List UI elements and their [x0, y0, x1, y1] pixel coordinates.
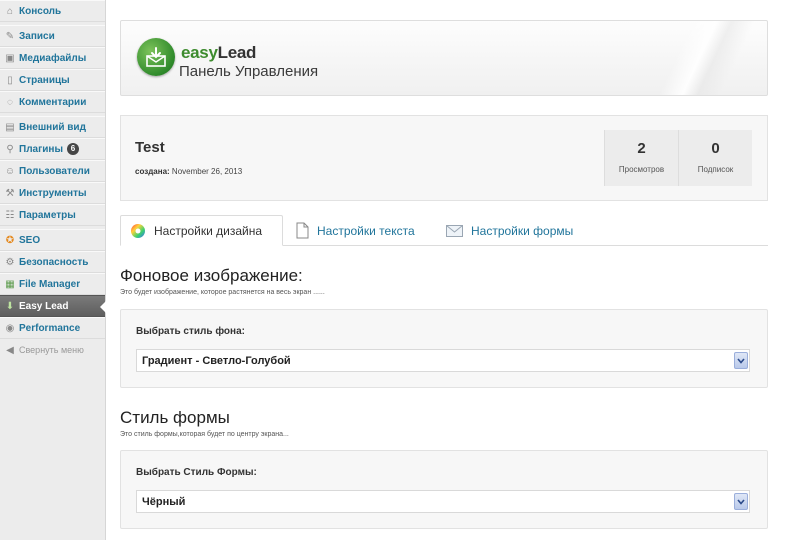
form-style-select[interactable]: Чёрный — [136, 490, 750, 513]
background-section-description: Это будет изображение, которое растянетс… — [120, 289, 325, 296]
form-style-label: Выбрать Стиль Формы: — [136, 467, 257, 478]
sidebar-item-label: Пользователи — [19, 165, 90, 177]
brand-easy: easy — [181, 43, 218, 62]
sidebar-item-label: Комментарии — [19, 96, 87, 108]
header-decoration — [647, 21, 767, 95]
sidebar-item-comments[interactable]: ◌ Комментарии — [0, 91, 105, 113]
form-style-panel: Выбрать Стиль Формы: Чёрный — [120, 450, 768, 529]
sidebar-item-tools[interactable]: ⚒ Инструменты — [0, 182, 105, 204]
plugin-header: easyLead Панель Управления — [120, 20, 768, 96]
sidebar-item-label: SEO — [19, 234, 41, 246]
collapse-arrow-icon: ◀ — [6, 344, 14, 356]
users-icon: ☺ — [4, 165, 16, 177]
easy-lead-icon: ⬇ — [5, 300, 15, 312]
home-icon: ⌂ — [6, 5, 14, 17]
sidebar-item-label: Плагины — [19, 143, 63, 155]
document-icon — [296, 222, 309, 239]
pin-icon: ✎ — [5, 30, 15, 42]
sidebar-item-media[interactable]: ▣ Медиафайлы — [0, 47, 105, 69]
appearance-icon: ▤ — [5, 121, 15, 133]
sidebar-item-seo[interactable]: ✪ SEO — [0, 229, 105, 251]
file-manager-icon: ▦ — [5, 278, 15, 290]
comments-icon: ◌ — [7, 96, 13, 108]
form-style-section-description: Это стиль формы,которая будет по центру … — [120, 431, 289, 438]
color-wheel-icon — [130, 223, 146, 239]
tab-design-settings[interactable]: Настройки дизайна — [120, 215, 283, 246]
subscriptions-label: Подписок — [697, 165, 734, 174]
sidebar-item-label: Параметры — [19, 209, 76, 221]
sidebar-item-posts[interactable]: ✎ Записи — [0, 25, 105, 47]
created-date-value: November 26, 2013 — [171, 167, 243, 176]
sidebar-item-label: Записи — [19, 30, 55, 42]
collapse-menu-button[interactable]: ◀ Свернуть меню — [0, 339, 105, 361]
panel-subtitle: Панель Управления — [179, 63, 319, 80]
sidebar-item-file-manager[interactable]: ▦ File Manager — [0, 273, 105, 295]
pages-icon: ▯ — [7, 74, 13, 86]
media-icon: ▣ — [5, 52, 15, 64]
form-style-value: Чёрный — [142, 495, 186, 508]
sidebar-item-label: Инструменты — [19, 187, 87, 199]
sidebar-item-label: Медиафайлы — [19, 52, 87, 64]
sidebar-item-label: Внешний вид — [19, 121, 86, 133]
collapse-menu-label: Свернуть меню — [19, 345, 84, 355]
sidebar-item-users[interactable]: ☺ Пользователи — [0, 160, 105, 182]
subscriptions-stat: 0 Подписок — [678, 130, 752, 186]
security-icon: ⚙ — [5, 256, 15, 268]
background-style-panel: Выбрать стиль фона: Градиент - Светло-Го… — [120, 309, 768, 388]
created-label: создана: — [135, 167, 170, 176]
created-date: создана: November 26, 2013 — [135, 167, 242, 176]
views-count: 2 — [637, 140, 646, 157]
plugin-updates-badge: 6 — [67, 143, 79, 155]
campaign-info: Test создана: November 26, 2013 2 Просмо… — [120, 115, 768, 201]
envelope-icon — [446, 224, 463, 237]
sidebar-item-settings[interactable]: ☷ Параметры — [0, 204, 105, 226]
background-section-title: Фоновое изображение: — [120, 266, 303, 285]
sidebar-item-label: Консоль — [19, 5, 62, 17]
tab-form-settings[interactable]: Настройки формы — [446, 215, 573, 246]
easy-lead-logo-icon — [137, 38, 175, 76]
sidebar-item-dashboard[interactable]: ⌂ Консоль — [0, 0, 105, 22]
background-style-value: Градиент - Светло-Голубой — [142, 354, 291, 367]
sidebar-item-security[interactable]: ⚙ Безопасность — [0, 251, 105, 273]
form-style-section-title: Стиль формы — [120, 408, 230, 427]
brand-lead: Lead — [217, 43, 257, 62]
views-stat: 2 Просмотров — [604, 130, 678, 186]
tab-label: Настройки текста — [317, 223, 415, 238]
plugins-icon: ⚲ — [6, 143, 14, 155]
sidebar-item-easy-lead[interactable]: ⬇ Easy Lead — [0, 295, 106, 317]
tab-label: Настройки дизайна — [154, 223, 263, 238]
sidebar-item-performance[interactable]: ◉ Performance — [0, 317, 105, 339]
main-content: easyLead Панель Управления Test создана:… — [120, 0, 768, 540]
subscriptions-count: 0 — [711, 140, 720, 157]
performance-icon: ◉ — [5, 322, 15, 334]
sidebar-item-pages[interactable]: ▯ Страницы — [0, 69, 105, 91]
tools-icon: ⚒ — [5, 187, 15, 199]
settings-tabs: Настройки дизайна Настройки текста Настр… — [120, 215, 768, 246]
sidebar-item-label: Страницы — [19, 74, 70, 86]
sidebar-item-label: File Manager — [19, 278, 81, 290]
admin-sidebar: ⌂ Консоль ✎ Записи ▣ Медиафайлы ▯ Страни… — [0, 0, 106, 540]
seo-icon: ✪ — [5, 234, 15, 246]
sidebar-item-label: Easy Lead — [19, 300, 69, 312]
chevron-down-icon[interactable] — [734, 493, 748, 510]
views-label: Просмотров — [618, 165, 665, 174]
background-style-label: Выбрать стиль фона: — [136, 326, 245, 337]
campaign-title: Test — [135, 139, 165, 156]
settings-icon: ☷ — [5, 209, 15, 221]
chevron-down-icon[interactable] — [734, 352, 748, 369]
brand-name: easyLead — [181, 43, 256, 63]
tab-text-settings[interactable]: Настройки текста — [296, 215, 415, 246]
tab-label: Настройки формы — [471, 223, 574, 238]
sidebar-item-label: Безопасность — [19, 256, 89, 268]
background-style-select[interactable]: Градиент - Светло-Голубой — [136, 349, 750, 372]
sidebar-item-plugins[interactable]: ⚲ Плагины 6 — [0, 138, 105, 160]
sidebar-item-appearance[interactable]: ▤ Внешний вид — [0, 116, 105, 138]
sidebar-item-label: Performance — [19, 322, 81, 334]
